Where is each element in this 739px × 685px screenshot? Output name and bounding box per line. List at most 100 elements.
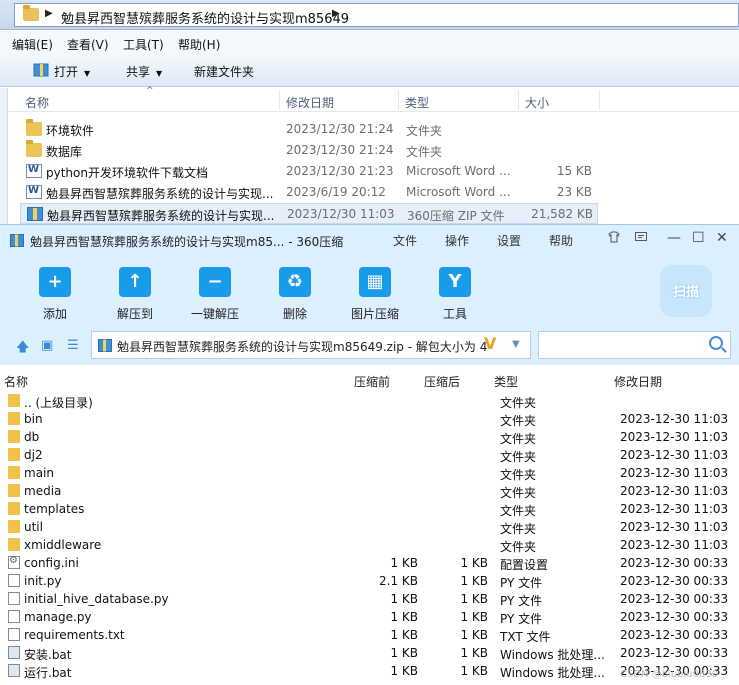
file-row[interactable]: 环境软件 2023/12/30 21:24 文件夹: [20, 119, 598, 140]
menu-view[interactable]: 查看(V): [67, 36, 109, 53]
close-icon[interactable]: ✕: [716, 230, 728, 246]
entry-date: 2023-12-30 11:03: [620, 520, 729, 534]
entry-type: 文件夹: [500, 504, 537, 518]
dropdown-caret-icon[interactable]: ▼: [512, 339, 520, 350]
column-divider[interactable]: [279, 90, 280, 110]
toolbar-label: 删除: [282, 307, 307, 321]
archive-row[interactable]: util 文件夹 2023-12-30 11:03: [0, 518, 739, 536]
archive-file-list: 名称 压缩前 压缩后 类型 修改日期 .. (上级目录) 文件夹 bin 文件夹 202…: [0, 365, 739, 685]
archive-row[interactable]: bin 文件夹 2023-12-30 11:03: [0, 410, 739, 428]
entry-type: 文件夹: [500, 486, 537, 500]
column-divider[interactable]: [518, 90, 519, 110]
folder-icon: [8, 430, 20, 443]
file-row[interactable]: 数据库 2023/12/30 21:24 文件夹: [20, 140, 598, 161]
share-button[interactable]: 共享 ▼: [126, 63, 162, 80]
thumbnail-view-icon[interactable]: ▣: [41, 338, 53, 353]
column-name[interactable]: 名称: [25, 94, 49, 111]
entry-type: 文件夹: [500, 396, 537, 410]
toolbar-delete-button[interactable]: ♻ 删除: [260, 263, 330, 323]
list-view-icon[interactable]: ☰: [67, 338, 79, 353]
column-type[interactable]: 类型: [405, 94, 429, 111]
column-original[interactable]: 压缩后: [424, 373, 460, 390]
column-compressed[interactable]: 压缩前: [354, 373, 390, 390]
archive-row[interactable]: init.py 2.1 KB 1 KB PY 文件 2023-12-30 00:33: [0, 572, 739, 590]
toolbar-add-button[interactable]: + 添加: [20, 263, 90, 323]
file-row[interactable]: 勉县昇西智慧殡葬服务系统的设计与实现... 2023/12/30 11:03 360…: [20, 203, 598, 224]
file-type: 文件夹: [406, 145, 443, 159]
search-icon[interactable]: [709, 336, 723, 350]
chevron-right-icon[interactable]: ▶: [332, 8, 340, 19]
feedback-icon[interactable]: [634, 230, 648, 248]
address-field[interactable]: ▶ 勉县昇西智慧殡葬服务系统的设计与实现m85649 ▶: [14, 3, 739, 27]
entry-compressed-size: 1 KB: [390, 628, 418, 642]
menu-help[interactable]: 帮助(H): [178, 36, 220, 53]
toolbar-image-compress-button[interactable]: ▦ 图片压缩: [340, 263, 410, 323]
entry-compressed-size: 1 KB: [390, 664, 418, 678]
file-row[interactable]: 勉县昇西智慧殡葬服务系统的设计与实现... 2023/6/19 20:12 Micr…: [20, 182, 598, 203]
minimize-icon[interactable]: —: [667, 230, 681, 246]
archive-row[interactable]: requirements.txt 1 KB 1 KB TXT 文件 2023-12-30…: [0, 626, 739, 644]
entry-name: xmiddleware: [24, 538, 102, 552]
entry-type: 文件夹: [500, 540, 537, 554]
entry-compressed-size: 1 KB: [390, 610, 418, 624]
archive-row[interactable]: main 文件夹 2023-12-30 11:03: [0, 464, 739, 482]
file-type: Microsoft Word ...: [406, 185, 511, 199]
entry-name: db: [24, 430, 40, 444]
entry-date: 2023-12-30 11:03: [620, 448, 729, 462]
column-size[interactable]: 大小: [525, 94, 549, 111]
entry-date: 2023-12-30 00:33: [620, 592, 729, 606]
file-row[interactable]: python开发环境软件下载文档 2023/12/30 21:23 Microsof…: [20, 161, 598, 182]
entry-type: 配置设置: [500, 558, 549, 572]
zip-title-bar[interactable]: 勉县昇西智慧殡葬服务系统的设计与实现m85... - 360压缩 文件 操作 设…: [0, 225, 739, 255]
scan-label: 扫描: [672, 285, 699, 300]
scan-button[interactable]: 扫描: [660, 265, 712, 317]
zip-menu-file[interactable]: 文件: [393, 232, 417, 249]
column-divider[interactable]: [599, 90, 600, 110]
zip-menu-settings[interactable]: 设置: [497, 232, 521, 249]
archive-row[interactable]: xmiddleware 文件夹 2023-12-30 11:03: [0, 536, 739, 554]
open-button[interactable]: 打开 ▼: [54, 63, 90, 80]
search-input[interactable]: [538, 331, 731, 359]
archive-row[interactable]: .. (上级目录) 文件夹: [0, 392, 739, 410]
toolbar-tools-button[interactable]: Y 工具: [420, 263, 490, 323]
toolbar-extract-to-button[interactable]: ↑ 解压到: [100, 263, 170, 323]
column-date[interactable]: 修改日期: [286, 94, 334, 111]
archive-row[interactable]: db 文件夹 2023-12-30 11:03: [0, 428, 739, 446]
archive-path-field[interactable]: 勉县昇西智慧殡葬服务系统的设计与实现m85649.zip - 解包大小为 4 V…: [91, 331, 531, 359]
archive-row[interactable]: manage.py 1 KB 1 KB PY 文件 2023-12-30 00:33: [0, 608, 739, 626]
entry-original-size: 1 KB: [460, 574, 488, 588]
column-date[interactable]: 修改日期: [614, 373, 662, 390]
maximize-icon[interactable]: ☐: [692, 230, 705, 246]
zip-menu-help[interactable]: 帮助: [549, 232, 573, 249]
address-path[interactable]: 勉县昇西智慧殡葬服务系统的设计与实现m85649: [61, 8, 349, 27]
archive-row[interactable]: config.ini 1 KB 1 KB 配置设置 2023-12-30 00:33: [0, 554, 739, 572]
archive-row[interactable]: initial_hive_database.py 1 KB 1 KB PY 文件 202…: [0, 590, 739, 608]
column-type[interactable]: 类型: [494, 373, 518, 390]
bat-file-icon: [8, 664, 20, 677]
menu-tools[interactable]: 工具(T): [123, 36, 164, 53]
column-name[interactable]: 名称: [4, 373, 28, 390]
archive-row[interactable]: media 文件夹 2023-12-30 11:03: [0, 482, 739, 500]
menu-edit[interactable]: 编辑(E): [12, 36, 53, 53]
entry-type: 文件夹: [500, 450, 537, 464]
zip-path-bar: 🡅 ▣ ☰ 勉县昇西智慧殡葬服务系统的设计与实现m85649.zip - 解包大…: [0, 325, 739, 365]
chevron-right-icon[interactable]: ▶: [45, 8, 53, 19]
up-arrow-icon[interactable]: 🡅: [16, 338, 29, 360]
archive-row[interactable]: templates 文件夹 2023-12-30 11:03: [0, 500, 739, 518]
dropdown-caret-icon: ▼: [84, 69, 91, 78]
new-folder-button[interactable]: 新建文件夹: [194, 63, 254, 80]
skin-icon[interactable]: [607, 230, 621, 248]
file-size: 23 KB: [556, 185, 592, 199]
column-divider[interactable]: [398, 90, 399, 110]
folder-icon: [23, 5, 39, 21]
entry-compressed-size: 1 KB: [390, 592, 418, 606]
toolbar-one-click-extract-button[interactable]: − 一键解压: [180, 263, 250, 323]
entry-date: 2023-12-30 00:33: [620, 610, 729, 624]
entry-type: 文件夹: [500, 414, 537, 428]
entry-name: .. (上级目录): [24, 396, 93, 410]
archive-row[interactable]: 安装.bat 1 KB 1 KB Windows 批处理... 2023-12-30 0…: [0, 644, 739, 662]
file-name: 勉县昇西智慧殡葬服务系统的设计与实现...: [46, 187, 274, 201]
entry-date: 2023-12-30 00:33: [620, 574, 729, 588]
zip-menu-operate[interactable]: 操作: [445, 232, 469, 249]
archive-row[interactable]: dj2 文件夹 2023-12-30 11:03: [0, 446, 739, 464]
